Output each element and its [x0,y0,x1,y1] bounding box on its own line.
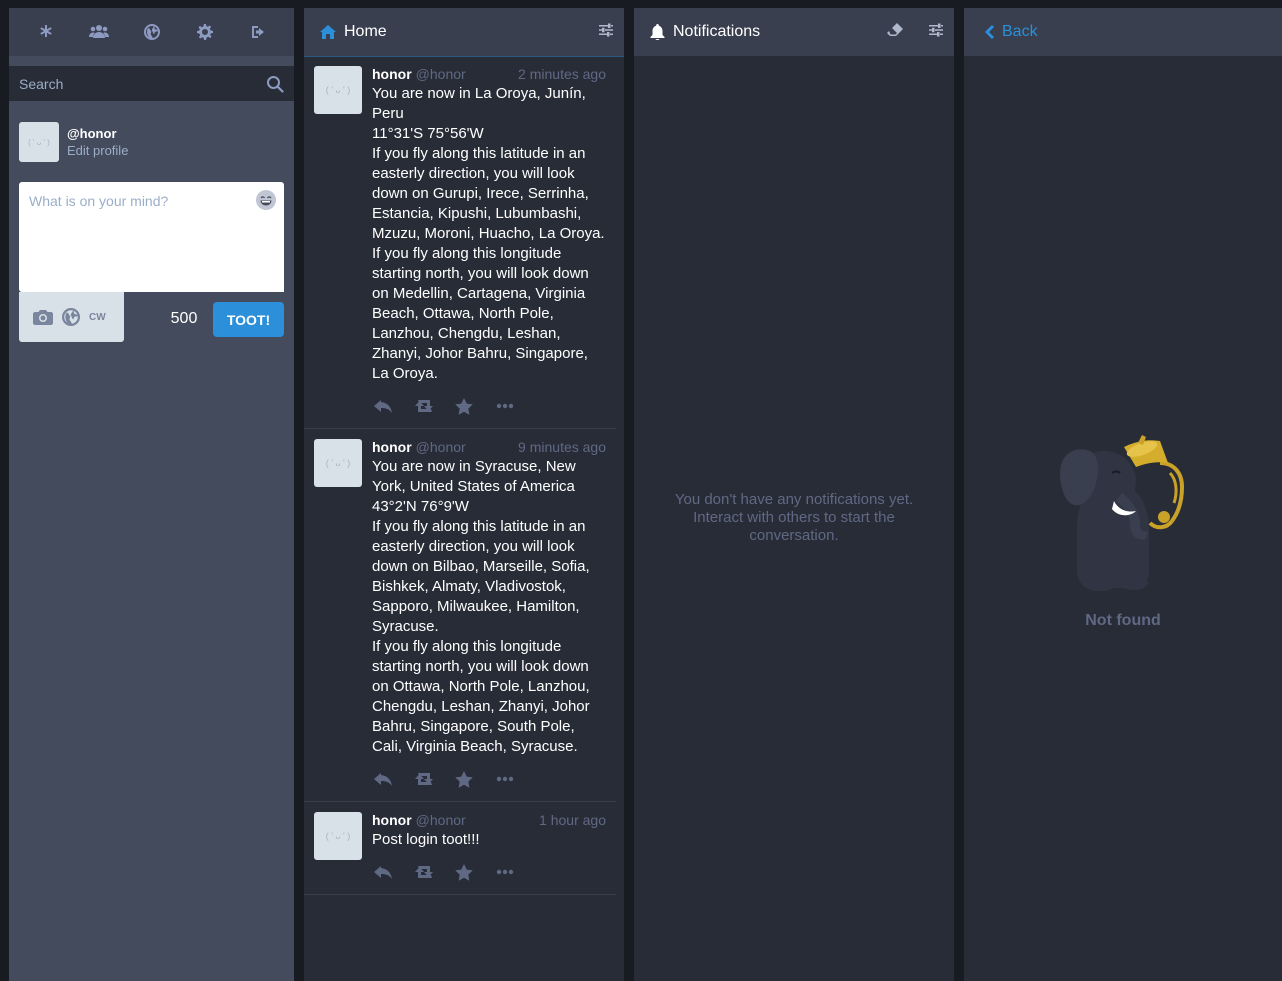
compose-tools: CW [19,292,124,342]
avatar[interactable]: ( ' ᴗ ' ) [19,122,59,162]
toot-button[interactable]: TOOT! [213,302,284,337]
home-column: Home ( ' ᴗ ' ) honor @honor 2 minutes ago Yo… [304,8,624,981]
display-name[interactable]: honor [372,66,412,83]
status-content: Post login toot!!! [372,830,606,850]
bell-icon [650,24,665,40]
drawer: ( ' ᴗ ' ) @honor Edit profile CW 500 TOO… [9,8,294,981]
drawer-tabs [9,8,294,56]
account-handle[interactable]: @honor [416,439,466,456]
avatar[interactable]: ( ' ᴗ ' ) [314,812,362,860]
status-paragraph: Post login toot!!! [372,831,480,848]
reply-icon[interactable] [373,771,414,787]
reply-icon[interactable] [373,398,414,414]
display-name[interactable]: honor [372,439,412,456]
search-input[interactable] [9,66,294,101]
status[interactable]: ( ' ᴗ ' ) honor @honor 1 hour ago Post login… [304,802,616,895]
back-button[interactable]: Back [984,23,1038,41]
account-handle[interactable]: @honor [416,66,466,83]
getting-started-icon[interactable] [34,20,58,44]
back-label: Back [1002,23,1038,40]
more-options-icon[interactable] [496,403,537,409]
eraser-icon[interactable] [886,22,904,38]
compose-textarea[interactable] [19,182,284,292]
edit-profile-link[interactable]: Edit profile [67,142,128,160]
avatar[interactable]: ( ' ᴗ ' ) [314,66,362,114]
local-timeline-icon[interactable] [87,20,111,44]
emoji-picker-icon[interactable] [256,190,276,210]
home-column-header[interactable]: Home [304,8,624,56]
status-action-bar [372,860,606,884]
more-options-icon[interactable] [496,869,537,875]
compose-form [19,182,284,292]
home-icon [320,25,336,39]
reply-icon[interactable] [373,864,414,880]
status-list: ( ' ᴗ ' ) honor @honor 2 minutes ago You are… [304,56,624,895]
status-content: You are now in La Oroya, Junín, Peru 11°3… [372,84,606,384]
search-bar [9,66,294,101]
search-icon[interactable] [266,75,284,98]
column-title: Notifications [673,23,761,40]
detail-column: Back Not found [964,8,1282,981]
elephant-with-tuba-illustration [1052,433,1197,598]
federated-timeline-icon[interactable] [140,20,164,44]
notifications-column-header[interactable]: Notifications [634,8,954,56]
more-options-icon[interactable] [496,776,537,782]
account-handle[interactable]: @honor [67,125,128,142]
column-settings-icon[interactable] [598,22,614,38]
account-info: @honor Edit profile [67,125,128,160]
logout-icon[interactable] [246,20,270,44]
boost-icon[interactable] [414,398,455,414]
empty-notifications-message: You don't have any notifications yet. In… [674,491,914,544]
status-paragraph: 43°2'N 76°9'W [372,498,469,515]
relative-time[interactable]: 1 hour ago [539,812,606,829]
status-header: honor @honor 1 hour ago [372,812,606,829]
detail-column-header: Back [964,8,1282,56]
status-paragraph: You are now in La Oroya, Junín, Peru [372,85,586,122]
column-settings-icon[interactable] [928,22,944,38]
status-paragraph: 11°31'S 75°56'W [372,125,484,142]
notifications-column: Notifications You don't have any notific… [634,8,954,981]
favourite-star-icon[interactable] [455,863,496,881]
status-paragraph: You are now in Syracuse, New York, Unite… [372,458,576,495]
account-handle[interactable]: @honor [416,812,466,829]
preferences-icon[interactable] [193,20,217,44]
status-action-bar [372,767,606,791]
relative-time[interactable]: 2 minutes ago [518,66,606,83]
account-navigation-bar: ( ' ᴗ ' ) @honor Edit profile [19,122,128,162]
status-paragraph: If you fly along this latitude in an eas… [372,145,605,242]
display-name[interactable]: honor [372,812,412,829]
status-action-bar [372,394,606,418]
status-paragraph: If you fly along this longitude starting… [372,638,590,755]
relative-time[interactable]: 9 minutes ago [518,439,606,456]
boost-icon[interactable] [414,771,455,787]
status-paragraph: If you fly along this longitude starting… [372,245,589,382]
favourite-star-icon[interactable] [455,397,496,415]
status-header: honor @honor 2 minutes ago [372,66,606,83]
column-title: Home [344,23,387,40]
status-header: honor @honor 9 minutes ago [372,439,606,456]
content-warning-button[interactable]: CW [89,312,106,323]
status-content: You are now in Syracuse, New York, Unite… [372,457,606,757]
character-counter: 500 [170,310,198,327]
avatar[interactable]: ( ' ᴗ ' ) [314,439,362,487]
boost-icon[interactable] [414,864,455,880]
upload-media-camera-icon[interactable] [33,308,53,326]
not-found-label: Not found [1085,612,1161,629]
status-paragraph: If you fly along this latitude in an eas… [372,518,590,635]
status[interactable]: ( ' ᴗ ' ) honor @honor 9 minutes ago You are… [304,429,616,802]
favourite-star-icon[interactable] [455,770,496,788]
privacy-globe-icon[interactable] [62,308,80,326]
status[interactable]: ( ' ᴗ ' ) honor @honor 2 minutes ago You are… [304,56,616,429]
